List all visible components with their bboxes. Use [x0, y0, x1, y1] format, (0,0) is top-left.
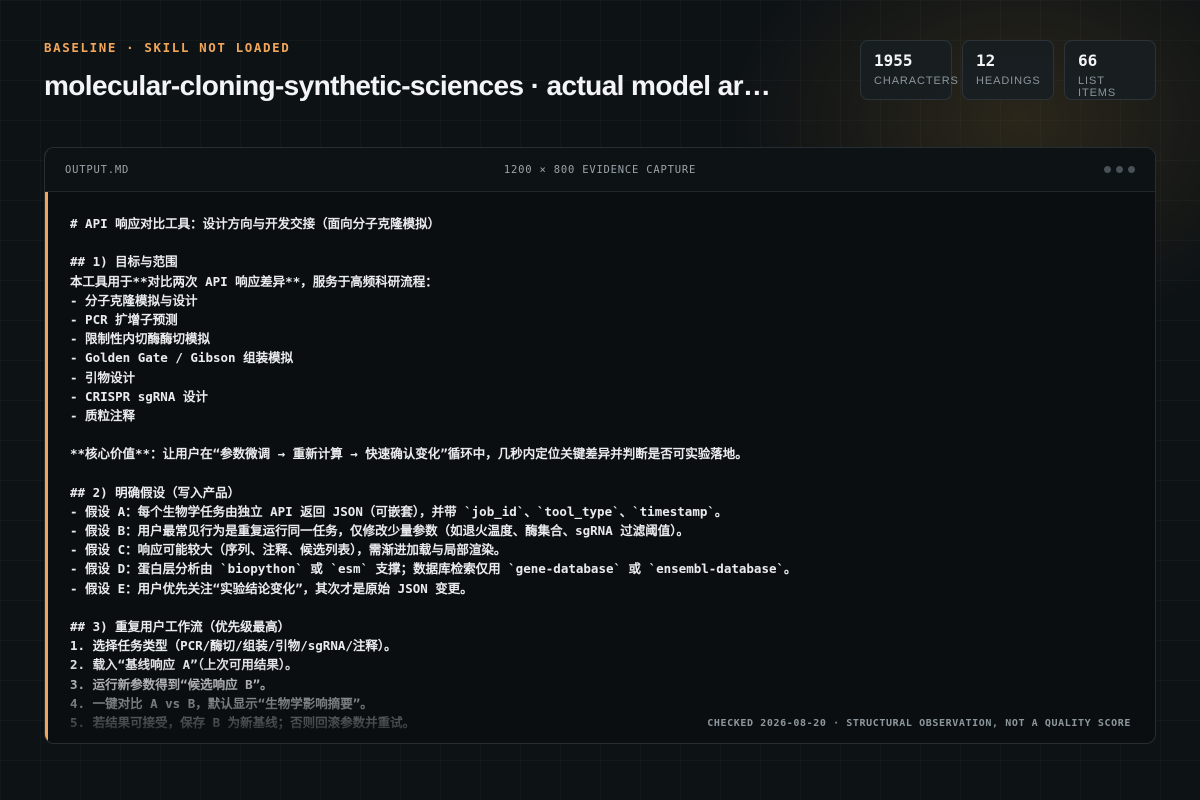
markdown-output[interactable]: # API 响应对比工具：设计方向与开发交接（面向分子克隆模拟） ## 1) 目… — [70, 214, 1135, 733]
list-item-line: - 假设 E：用户优先关注“实验结论变化”，其次才是原始 JSON 变更。 — [70, 580, 473, 596]
list-item-line: - 限制性内切酶酶切模拟 — [70, 331, 211, 347]
window-menu-dots-icon[interactable] — [1104, 166, 1135, 173]
heading-line: ## 2) 明确假设（写入产品） — [70, 484, 241, 500]
stat-list-items: 66 LIST ITEMS — [1064, 40, 1156, 100]
dot-icon — [1116, 166, 1123, 173]
list-item-line: - 假设 C：响应可能较大（序列、注释、候选列表），需渐进加载与局部渲染。 — [70, 542, 507, 558]
output-panel: OUTPUT.MD 1200 × 800 EVIDENCE CAPTURE # … — [44, 147, 1156, 744]
text-line: **核心价值**：让用户在“参数微调 → 重新计算 → 快速确认变化”循环中，几… — [70, 446, 748, 462]
list-item-line: - 质粒注释 — [70, 407, 136, 423]
capture-label: 1200 × 800 EVIDENCE CAPTURE — [503, 164, 697, 176]
list-item-line: 2. 载入“基线响应 A”（上次可用结果）。 — [70, 657, 298, 673]
list-item-line: - CRISPR sgRNA 设计 — [70, 388, 208, 404]
heading-line: ## 3) 重复用户工作流（优先级最高） — [70, 618, 291, 634]
list-item-line: - 假设 B：用户最常见行为是重复运行同一任务，仅修改少量参数（如退火温度、酶集… — [70, 523, 690, 538]
heading-line: # API 响应对比工具：设计方向与开发交接（面向分子克隆模拟） — [70, 216, 441, 231]
stat-headings: 12 HEADINGS — [962, 40, 1054, 100]
page-title: molecular-cloning-synthetic-sciences · a… — [44, 70, 771, 101]
list-item-line: 3. 运行新参数得到“候选响应 B”。 — [70, 676, 273, 692]
list-item-line: - 引物设计 — [70, 369, 136, 385]
list-item-line: - Golden Gate / Gibson 组装模拟 — [70, 350, 294, 366]
panel-header: OUTPUT.MD 1200 × 800 EVIDENCE CAPTURE — [45, 148, 1155, 192]
baseline-eyebrow: BASELINE · SKILL NOT LOADED — [44, 40, 291, 55]
stat-headings-label: HEADINGS — [976, 75, 1041, 87]
list-item-line: 1. 选择任务类型（PCR/酶切/组装/引物/sgRNA/注释）。 — [70, 638, 397, 654]
list-item-line: - 假设 A：每个生物学任务由独立 API 返回 JSON（可嵌套），并带 `j… — [70, 503, 728, 519]
stat-list-items-label: LIST ITEMS — [1078, 75, 1117, 99]
list-item-line: 4. 一键对比 A vs B，默认显示“生物学影响摘要”。 — [70, 695, 373, 711]
stat-characters: 1955 CHARACTERS — [860, 40, 959, 100]
heading-line: ## 1) 目标与范围 — [70, 254, 178, 270]
dot-icon — [1104, 166, 1111, 173]
list-item-line: - 分子克隆模拟与设计 — [70, 292, 198, 308]
dot-icon — [1128, 166, 1135, 173]
footer-note: CHECKED 2026-08-20 · STRUCTURAL OBSERVAT… — [699, 718, 1131, 729]
list-item-line: - PCR 扩增子预测 — [70, 311, 178, 327]
stats-group: 1955 CHARACTERS 12 HEADINGS 66 LIST ITEM… — [860, 40, 1156, 100]
stat-list-items-value: 66 — [1078, 51, 1098, 70]
list-item-line: - 假设 D：蛋白层分析由 `biopython` 或 `esm` 支撑；数据库… — [70, 561, 797, 577]
stat-headings-value: 12 — [976, 51, 996, 70]
stat-characters-label: CHARACTERS — [874, 75, 959, 87]
stat-characters-value: 1955 — [874, 51, 913, 70]
text-line: 本工具用于**对比两次 API 响应差异**，服务于高频科研流程： — [70, 273, 438, 289]
